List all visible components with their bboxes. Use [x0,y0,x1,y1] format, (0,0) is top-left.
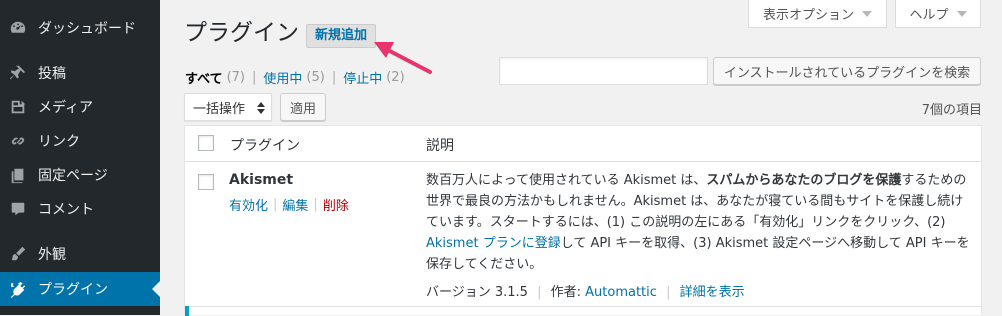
plugins-table: プラグイン 説明 Akismet 有効化 | 編集 | 削除 数百万人によって使… [184,125,982,316]
sidebar-item-comments[interactable]: コメント [0,192,160,226]
table-header: プラグイン 説明 [185,126,981,162]
sidebar-item-label: ダッシュボード [38,21,136,37]
filter-active-link[interactable]: 使用中 [263,68,302,87]
brush-icon [8,244,28,264]
filter-inactive-count: (2) [386,70,405,85]
edit-link[interactable]: 編集 [282,195,308,214]
plugin-status-filters: すべて (7) | 使用中 (5) | 停止中 (2) [185,68,405,87]
meta-separator: | [537,285,542,300]
search-plugins-button[interactable]: インストールされているプラグインを検索 [713,57,981,85]
sidebar-item-label: 外観 [38,247,66,263]
apply-button[interactable]: 適用 [280,93,326,121]
meta-separator: | [666,285,671,300]
pin-icon [8,63,28,83]
select-all-checkbox[interactable] [198,135,214,151]
help-label: ヘルプ [909,8,949,23]
add-new-button[interactable]: 新規追加 [306,24,377,48]
plugin-icon [8,279,28,299]
description-text: 数百万人によって使用されている Akismet は、スパムからあなたのブログを保… [426,170,974,275]
view-details-link[interactable]: 詳細を表示 [680,285,745,300]
sidebar-item-media[interactable]: メディア [0,90,160,124]
sidebar-item-posts[interactable]: 投稿 [0,56,160,90]
column-header-plugin: プラグイン [230,138,300,154]
sidebar-item-appearance[interactable]: 外観 [0,237,160,271]
bulk-action-selected: 一括操作 [193,101,246,117]
bulk-action-select[interactable]: 一括操作 [184,93,272,121]
action-separator: | [313,197,318,212]
action-separator: | [273,197,278,212]
admin-sidebar: ダッシュボード 投稿 メディア リンク 固定ページ コメント 外観 プラグイン [0,0,160,315]
caret-down-icon [862,10,872,17]
sidebar-item-links[interactable]: リンク [0,124,160,158]
sidebar-item-label: リンク [38,134,80,150]
author-link[interactable]: Automattic [585,285,657,300]
sidebar-item-label: プラグイン [38,282,108,298]
plugin-version: バージョン 3.1.5 [426,285,528,300]
link-icon [8,131,28,151]
sidebar-item-label: コメント [38,202,94,218]
plugin-description: 数百万人によって使用されている Akismet は、スパムからあなたのブログを保… [426,170,974,303]
description-part: 数百万人によって使用されている Akismet は、 [426,173,707,188]
screen-options-button[interactable]: 表示オプション [748,0,887,28]
filter-all-link[interactable]: すべて [185,68,223,87]
filter-separator: | [331,70,337,85]
dashboard-icon [8,18,28,38]
column-header-description: 説明 [426,138,454,154]
akismet-plan-link[interactable]: Akismet プランに登録 [426,236,561,251]
screen-options-label: 表示オプション [762,8,854,23]
sidebar-item-pages[interactable]: 固定ページ [0,158,160,192]
sidebar-item-plugins[interactable]: プラグイン [0,272,160,306]
select-arrows-icon [257,102,265,114]
comment-icon [8,199,28,219]
page-title: プラグイン [184,20,299,46]
caret-down-icon [956,10,967,17]
description-bold: スパムからあなたのブログを保護 [706,173,902,188]
row-divider [185,306,981,307]
help-button[interactable]: ヘルプ [895,0,981,28]
sidebar-item-dashboard[interactable]: ダッシュボード [0,11,160,45]
filter-inactive-link[interactable]: 停止中 [343,68,382,87]
plugin-search-input[interactable] [499,57,708,85]
activate-link[interactable]: 有効化 [229,195,268,214]
media-icon [8,97,28,117]
row-actions: 有効化 | 編集 | 削除 [229,195,349,214]
sidebar-item-label: メディア [38,100,94,116]
items-count: 7個の項目 [921,103,982,118]
sidebar-item-label: 投稿 [38,66,66,82]
delete-link[interactable]: 削除 [323,195,349,214]
filter-separator: | [252,70,257,85]
filter-active-count: (5) [306,70,325,85]
page-icon [8,165,28,185]
row-checkbox[interactable] [198,174,214,190]
plugin-name: Akismet [229,172,294,188]
sidebar-item-label: 固定ページ [38,168,108,184]
author-prefix: 作者: [550,285,586,300]
filter-all-count: (7) [226,70,245,85]
plugin-meta: バージョン 3.1.5 | 作者: Automattic | 詳細を表示 [426,282,974,303]
